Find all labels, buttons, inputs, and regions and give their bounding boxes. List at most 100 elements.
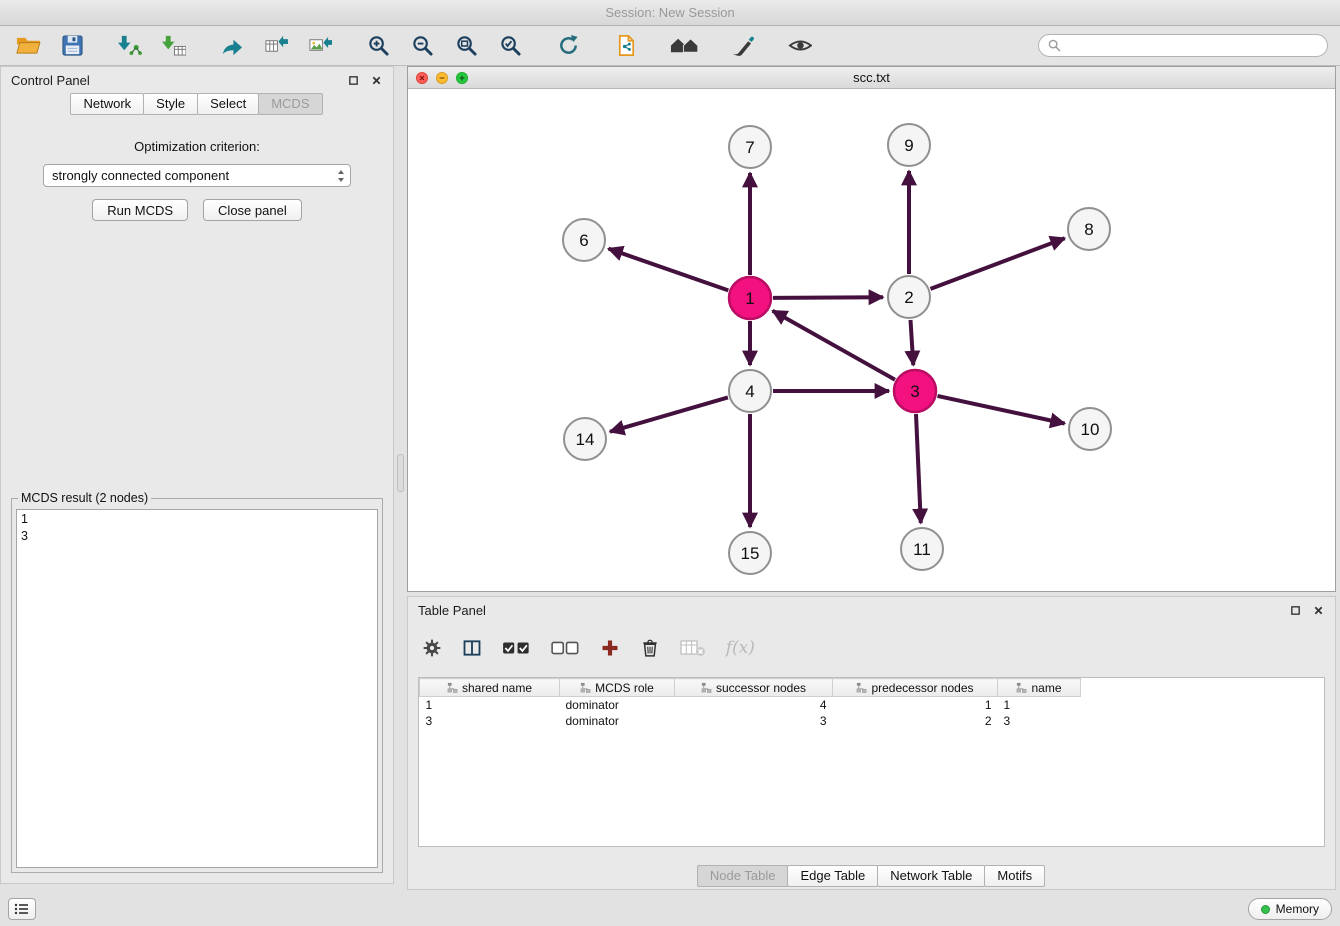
function-builder-icon[interactable]: f(x) [726, 638, 755, 658]
graph-edge-2-8[interactable] [931, 238, 1065, 289]
delete-row-icon[interactable] [640, 638, 660, 658]
table-cell[interactable]: 4 [675, 697, 833, 713]
column-header-shared-name[interactable]: shared name [420, 679, 560, 697]
graph-edge-4-14[interactable] [610, 397, 728, 431]
graph-node-9[interactable]: 9 [888, 124, 930, 166]
table-row[interactable]: 3dominator323 [420, 713, 1081, 729]
table-cell[interactable]: dominator [560, 697, 675, 713]
close-window-icon[interactable] [416, 72, 428, 84]
node-table[interactable]: shared nameMCDS rolesuccessor nodesprede… [418, 677, 1325, 847]
home-network-icon[interactable] [668, 31, 700, 61]
list-icon [14, 903, 30, 915]
show-columns-icon[interactable] [462, 638, 482, 658]
export-network-icon[interactable] [216, 31, 248, 61]
zoom-fit-icon[interactable] [450, 31, 482, 61]
column-header-MCDS-role[interactable]: MCDS role [560, 679, 675, 697]
control-panel-tabs: NetworkStyleSelectMCDS [1, 93, 393, 115]
zoom-in-icon[interactable] [362, 31, 394, 61]
import-network-icon[interactable] [114, 31, 146, 61]
table-cell[interactable]: 3 [420, 713, 560, 729]
maximize-window-icon[interactable] [456, 72, 468, 84]
optimization-criterion-label: Optimization criterion: [1, 139, 393, 154]
open-folder-icon[interactable] [12, 31, 44, 61]
close-table-panel-icon[interactable] [1311, 603, 1325, 617]
control-panel-title: Control Panel [11, 73, 90, 88]
window-titlebar[interactable]: Session: New Session [0, 0, 1340, 26]
graph-node-3[interactable]: 3 [894, 370, 936, 412]
show-hide-icon[interactable] [784, 31, 816, 61]
criterion-dropdown[interactable]: strongly connected component [43, 164, 351, 187]
tab-network[interactable]: Network [70, 93, 144, 115]
mcds-result-list[interactable]: 13 [16, 509, 378, 868]
table-cell[interactable]: 1 [998, 697, 1081, 713]
table-cell[interactable]: 1 [420, 697, 560, 713]
svg-text:10: 10 [1081, 420, 1100, 439]
style-paint-icon[interactable] [726, 31, 758, 61]
close-panel-button[interactable]: Close panel [203, 199, 302, 221]
graph-node-2[interactable]: 2 [888, 276, 930, 318]
search-input[interactable] [1067, 38, 1318, 54]
table-cell[interactable]: 2 [833, 713, 998, 729]
splitter-thumb[interactable] [397, 454, 404, 492]
tab-edge-table[interactable]: Edge Table [787, 865, 878, 887]
graph-edge-1-2[interactable] [773, 297, 883, 298]
graph-edge-3-1[interactable] [773, 311, 895, 380]
export-image-icon[interactable] [304, 31, 336, 61]
graph-node-8[interactable]: 8 [1068, 208, 1110, 250]
tab-style[interactable]: Style [143, 93, 198, 115]
graph-node-1[interactable]: 1 [729, 277, 771, 319]
tab-network-table[interactable]: Network Table [877, 865, 985, 887]
graph-edge-3-10[interactable] [938, 396, 1065, 424]
graph-edge-2-3[interactable] [911, 320, 914, 365]
zoom-selected-icon[interactable] [494, 31, 526, 61]
toolbar-group [12, 31, 88, 61]
network-window-titlebar[interactable]: scc.txt [408, 67, 1335, 89]
memory-button[interactable]: Memory [1248, 898, 1332, 920]
tab-mcds[interactable]: MCDS [258, 93, 322, 115]
run-mcds-button[interactable]: Run MCDS [92, 199, 188, 221]
close-panel-icon[interactable] [369, 73, 383, 87]
graph-edge-1-6[interactable] [609, 249, 729, 291]
table-panel-tabs: Node TableEdge TableNetwork TableMotifs [408, 865, 1335, 887]
export-table-icon[interactable] [260, 31, 292, 61]
graph-node-15[interactable]: 15 [729, 532, 771, 574]
network-canvas[interactable]: 7 9 6 8 1 2 4 3 14 10 15 11 [408, 89, 1335, 591]
copy-document-icon[interactable] [610, 31, 642, 61]
graph-edge-3-11[interactable] [916, 414, 921, 523]
graph-node-7[interactable]: 7 [729, 126, 771, 168]
import-table-icon[interactable] [158, 31, 190, 61]
add-row-icon[interactable] [600, 638, 620, 658]
column-header-successor-nodes[interactable]: successor nodes [675, 679, 833, 697]
graph-node-6[interactable]: 6 [563, 219, 605, 261]
unselect-all-columns-icon[interactable] [551, 638, 580, 658]
table-cell[interactable]: 1 [833, 697, 998, 713]
table-cell[interactable]: 3 [998, 713, 1081, 729]
task-history-button[interactable] [8, 898, 36, 920]
tab-node-table[interactable]: Node Table [697, 865, 789, 887]
zoom-out-icon[interactable] [406, 31, 438, 61]
minimize-window-icon[interactable] [436, 72, 448, 84]
tab-motifs[interactable]: Motifs [984, 865, 1045, 887]
table-cell[interactable]: dominator [560, 713, 675, 729]
settings-gear-icon[interactable] [422, 638, 442, 658]
float-table-panel-icon[interactable] [1288, 603, 1302, 617]
select-all-columns-icon[interactable] [502, 638, 531, 658]
graph-node-10[interactable]: 10 [1069, 408, 1111, 450]
refresh-icon[interactable] [552, 31, 584, 61]
column-sort-icon [701, 682, 712, 693]
search-field[interactable] [1038, 34, 1328, 57]
column-header-name[interactable]: name [998, 679, 1081, 697]
save-icon[interactable] [56, 31, 88, 61]
delete-table-icon[interactable] [680, 638, 706, 658]
tab-select[interactable]: Select [197, 93, 259, 115]
control-panel: Control Panel NetworkStyleSelectMCDS Opt… [0, 66, 394, 884]
panel-splitter[interactable] [394, 66, 407, 884]
graph-node-4[interactable]: 4 [729, 370, 771, 412]
column-header-predecessor-nodes[interactable]: predecessor nodes [833, 679, 998, 697]
column-sort-icon [580, 682, 591, 693]
table-row[interactable]: 1dominator411 [420, 697, 1081, 713]
float-panel-icon[interactable] [346, 73, 360, 87]
graph-node-14[interactable]: 14 [564, 418, 606, 460]
table-cell[interactable]: 3 [675, 713, 833, 729]
graph-node-11[interactable]: 11 [901, 528, 943, 570]
